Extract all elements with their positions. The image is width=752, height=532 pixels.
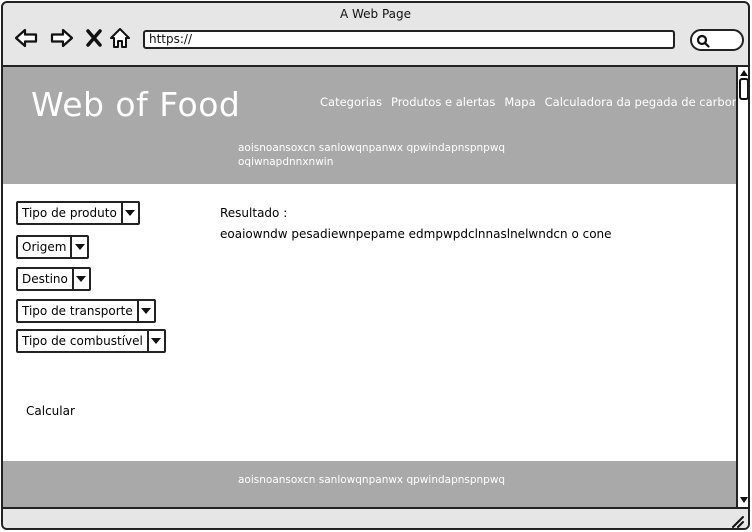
url-input[interactable]: https:// <box>143 30 675 49</box>
site-header: Web of Food Categorias Produtos e alerta… <box>3 67 736 184</box>
back-arrow-icon[interactable] <box>13 25 39 51</box>
select-tipo-de-transporte[interactable]: Tipo de transporte <box>16 299 156 323</box>
chevron-down-icon <box>120 203 138 223</box>
browser-search-field[interactable] <box>690 29 744 51</box>
chevron-down-icon <box>71 269 89 289</box>
resize-grip-icon[interactable] <box>730 514 744 528</box>
site-logo[interactable]: Web of Food <box>31 85 240 124</box>
nav-link-produtos-e-alertas[interactable]: Produtos e alertas <box>391 95 495 109</box>
scroll-up-arrow-icon[interactable] <box>740 70 748 76</box>
search-icon <box>696 34 710 48</box>
browser-window: A Web Page https:// Web of Food Categori… <box>1 1 750 530</box>
page-viewport: Web of Food Categorias Produtos e alerta… <box>3 65 736 507</box>
select-label: Origem <box>22 240 67 254</box>
result-text: eoaiowndw pesadiewnpepame edmpwpdclnnasl… <box>220 227 612 241</box>
header-text: aoisnoansoxcn sanlowqnpanwx qpwindapnspn… <box>238 142 506 168</box>
select-tipo-de-combustivel[interactable]: Tipo de combustível <box>16 329 166 353</box>
chevron-down-icon <box>146 331 164 351</box>
select-origem[interactable]: Origem <box>16 235 90 259</box>
select-destino[interactable]: Destino <box>16 267 91 291</box>
main-nav: Categorias Produtos e alertas Mapa Calcu… <box>320 95 736 109</box>
chevron-down-icon <box>70 237 87 257</box>
select-tipo-de-produto[interactable]: Tipo de produto <box>16 201 140 225</box>
scrollbar-thumb[interactable] <box>739 78 748 100</box>
select-label: Tipo de produto <box>22 206 117 220</box>
nav-link-mapa[interactable]: Mapa <box>504 95 535 109</box>
calculate-button[interactable]: Calcular <box>26 404 75 418</box>
nav-link-categorias[interactable]: Categorias <box>320 95 382 109</box>
result-label: Resultado : <box>220 206 288 220</box>
window-title: A Web Page <box>339 7 412 21</box>
status-bar <box>3 507 748 528</box>
site-footer: aoisnoansoxcn sanlowqnpanwx qpwindapnspn… <box>3 461 736 507</box>
close-icon[interactable] <box>81 25 107 51</box>
select-label: Destino <box>22 272 68 286</box>
chevron-down-icon <box>136 301 154 321</box>
select-label: Tipo de combustível <box>22 334 143 348</box>
browser-toolbar: https:// <box>3 25 748 65</box>
scroll-down-arrow-icon[interactable] <box>740 497 748 503</box>
home-icon[interactable] <box>107 25 133 51</box>
nav-link-calculadora[interactable]: Calculadora da pegada de carbono <box>545 95 736 109</box>
footer-text: aoisnoansoxcn sanlowqnpanwx qpwindapnspn… <box>238 474 506 486</box>
vertical-scrollbar[interactable] <box>736 65 748 507</box>
select-label: Tipo de transporte <box>22 304 133 318</box>
forward-arrow-icon[interactable] <box>49 25 75 51</box>
